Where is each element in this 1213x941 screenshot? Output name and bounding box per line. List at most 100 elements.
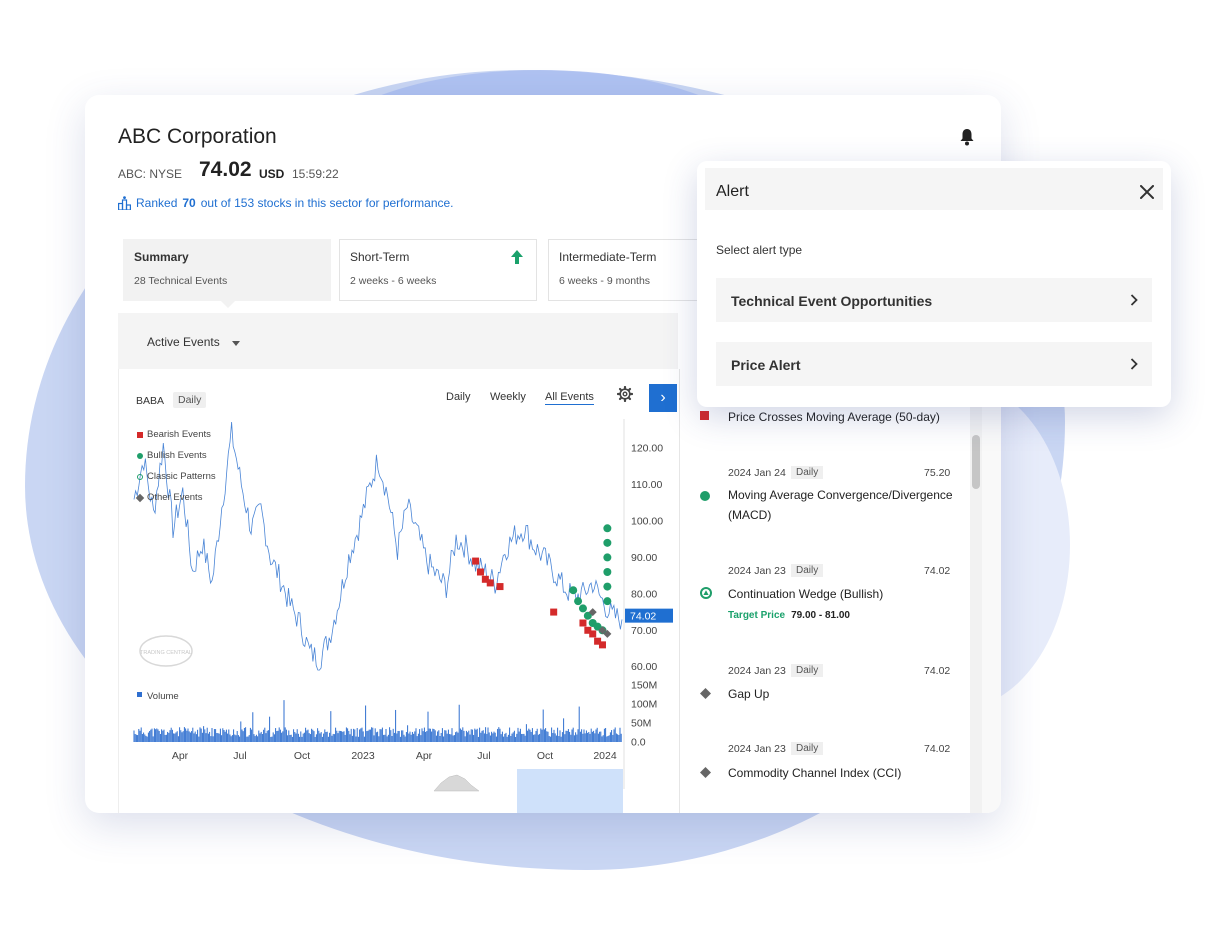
bearish-event-marker [579,619,587,627]
bearish-event-marker [472,557,480,565]
other-diamond-icon [700,767,711,778]
ranking-prefix: Ranked [136,196,178,210]
alert-header: Alert [705,168,1163,210]
target-price: Target Price 79.00 - 81.00 [728,610,850,621]
bullish-event-marker [603,597,612,606]
bearish-event-marker [476,568,484,576]
navigator-window [517,769,623,813]
alert-subtitle: Select alert type [716,243,803,257]
tab-pointer [220,300,236,308]
tab-summary[interactable]: Summary 28 Technical Events [123,239,331,308]
legend-other: Other Events [135,487,216,508]
chart-legend: Bearish Events Bullish Events Classic Pa… [135,424,216,508]
watermark-text: TRADING CENTRAL [140,650,192,656]
bell-icon[interactable] [959,128,975,146]
pattern-triangle-icon [700,587,712,599]
volume-tick-label: 0.0 [631,737,646,749]
x-tick-label: Oct [537,750,553,762]
bullish-event-marker [603,568,612,576]
x-tick-label: Apr [416,750,433,762]
event-item[interactable]: 2024 Jan 23 Daily 74.02 Commodity Channe… [680,725,970,813]
bullish-event-marker [603,538,612,547]
other-diamond-icon [700,688,711,699]
option-price-alert[interactable]: Price Alert [716,342,1152,386]
tab-subtitle: 28 Technical Events [134,275,228,287]
navigator-series [433,774,480,792]
current-price-label: 74.02 [630,611,656,623]
volume-tick-label: 50M [631,718,651,730]
bullish-event-marker [574,597,583,606]
tab-title: Intermediate-Term [559,250,657,264]
event-item[interactable]: 2024 Jan 23 Daily 74.02 Gap Up [680,647,970,726]
volume-label: Volume [147,691,179,702]
event-list-panel: Price Crosses Moving Average (50-day) 20… [679,369,1001,813]
active-events-dropdown[interactable]: Active Events [147,335,220,349]
price-tick-label: 80.00 [631,588,657,600]
volume-legend-swatch [137,692,142,697]
price-tick-label: 110.00 [631,479,662,491]
legend-bullish: Bullish Events [137,445,216,466]
event-date: 2024 Jan 24 [728,467,786,479]
bearish-event-marker [486,579,494,587]
event-date: 2024 Jan 23 [728,565,786,577]
x-tick-label: Jul [477,750,490,762]
ranking-podium-icon [118,196,131,210]
option-technical-event[interactable]: Technical Event Opportunities [716,278,1152,322]
event-date: 2024 Jan 23 [728,743,786,755]
bearish-event-marker [496,583,504,591]
event-value: 74.02 [924,665,951,677]
caret-down-icon[interactable] [232,341,240,346]
event-interval: Daily [791,664,824,677]
event-name: Price Crosses Moving Average (50-day) [728,410,940,424]
bullish-event-marker [603,553,612,562]
bearish-event-marker [550,608,558,616]
option-label: Technical Event Opportunities [731,293,933,309]
x-tick-label: Apr [172,750,189,762]
exchange-ticker: ABC: NYSE [118,167,183,181]
bearish-event-marker [598,641,606,649]
event-value: 75.20 [924,467,951,479]
bullish-dot-icon [700,491,710,501]
close-icon[interactable] [1140,185,1154,199]
x-tick-label: 2024 [593,750,617,762]
event-item[interactable]: 2024 Jan 23 Daily 74.02 Continuation Wed… [680,547,970,648]
price-tick-label: 120.00 [631,443,663,455]
target-label: Target Price [728,610,786,621]
chart-area: BABA Daily Daily Weekly All Events › TRA… [118,369,679,813]
event-interval: Daily [791,466,824,479]
ranking-number: 70 [182,196,196,210]
stock-price: 74.02 [199,158,252,181]
chevron-right-icon [1130,294,1138,306]
sector-ranking[interactable]: Ranked 70 out of 153 stocks in this sect… [118,196,454,210]
chevron-right-icon [1130,358,1138,370]
bearish-square-icon [700,411,709,420]
event-item[interactable]: 2024 Jan 24 Daily 75.20 Moving Average C… [680,449,970,548]
target-range: 79.00 - 81.00 [791,610,850,621]
tab-title: Summary [134,250,189,264]
arrow-up-icon [511,250,523,264]
event-interval: Daily [791,742,824,755]
price-time: 15:59:22 [292,167,339,181]
scrollbar-thumb[interactable] [972,435,980,489]
tab-short-term[interactable]: Short-Term 2 weeks - 6 weeks [339,239,537,301]
events-filter-bar: Active Events [118,313,678,369]
event-name: Gap Up [728,687,770,701]
event-name: Continuation Wedge (Bullish) [728,587,884,601]
tab-intermediate-term[interactable]: Intermediate-Term 6 weeks - 9 months [548,239,700,301]
x-tick-label: 2023 [351,750,375,762]
price-tick-label: 60.00 [631,661,657,673]
volume-tick-label: 150M [631,680,657,692]
tab-subtitle: 6 weeks - 9 months [559,275,651,287]
tab-title: Short-Term [350,250,410,264]
event-value: 74.02 [924,743,951,755]
event-date: 2024 Jan 23 [728,665,786,677]
ranking-suffix: out of 153 stocks in this sector for per… [200,196,454,210]
company-name: ABC Corporation [118,125,277,148]
price-tick-label: 70.00 [631,625,657,637]
alert-title: Alert [716,183,749,200]
bullish-event-marker [603,582,612,591]
bullish-event-marker [569,586,578,595]
x-tick-label: Jul [233,750,246,762]
alert-dialog: Alert Select alert type Technical Event … [697,161,1171,407]
volume-tick-label: 100M [631,699,657,711]
